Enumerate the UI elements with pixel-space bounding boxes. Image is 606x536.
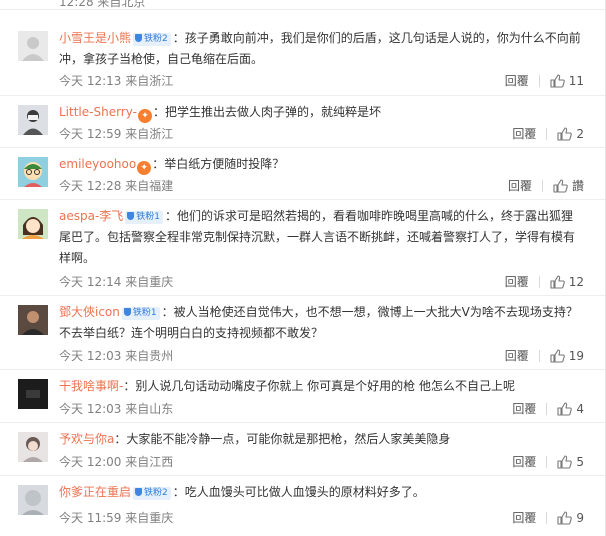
comment-item: 你爹正在重启 铁粉2 ：吃人血馒头可比做人血馒头的原材料好多了。 今天 11:59 …	[0, 476, 605, 536]
shield-icon	[127, 212, 135, 220]
divider	[538, 75, 540, 87]
like-button[interactable]: 5	[557, 454, 584, 470]
avatar[interactable]	[18, 31, 48, 61]
reply-button[interactable]: 回覆	[505, 73, 529, 89]
fire-icon: ✦	[137, 161, 152, 175]
username-link[interactable]: 小雪王是小熊	[59, 31, 131, 45]
fan-badge: 铁粉2	[133, 487, 171, 500]
thumbs-up-icon	[553, 179, 568, 193]
username-link[interactable]: Little-Sherry-	[59, 105, 137, 119]
avatar[interactable]	[18, 105, 48, 135]
like-button[interactable]: 19	[550, 348, 584, 364]
like-count: 12	[568, 275, 584, 289]
comment-item: aespa-李飞 铁粉1 ：他们的诉求可是昭然若揭的，看看咖啡昨晚喝里高喊的什么，终…	[0, 200, 605, 296]
comment-text: Little-Sherry- ✦ ：把学生推出去做人肉子弹的，就纯粹是坏	[59, 102, 584, 123]
thumbs-up-icon	[557, 511, 573, 525]
shield-icon	[135, 488, 143, 496]
divider	[546, 403, 548, 415]
shield-icon	[123, 308, 131, 316]
comment-text: 小雪王是小熊 铁粉2 ：孩子勇敢向前冲，我们是你们的后盾，这几句话是人说的，你为什么…	[59, 28, 584, 70]
comment-meta: 今天 12:13 来自浙江	[59, 74, 174, 88]
like-count: 4	[576, 402, 584, 416]
partial-comment: 12:28 来自北京	[0, 0, 605, 10]
divider	[538, 350, 540, 362]
comment-item: 干我啥事啊-：别人说几句话动动嘴皮子你就上 你可真是个好用的枪 他怎么不自己上呢…	[0, 370, 605, 423]
avatar[interactable]	[18, 432, 48, 462]
comment-item: Little-Sherry- ✦ ：把学生推出去做人肉子弹的，就纯粹是坏 今天 12…	[0, 96, 605, 148]
reply-button[interactable]: 回覆	[512, 401, 536, 417]
comment-meta: 今天 11:59 来自重庆	[59, 511, 174, 525]
avatar[interactable]	[18, 157, 48, 187]
comment-content: ：大家能不能冷静一点，可能你就是那把枪，然后人家美美隐身	[114, 432, 451, 446]
thumbs-up-icon	[550, 74, 565, 88]
fan-badge: 铁粉2	[133, 33, 171, 46]
like-button[interactable]: 4	[557, 401, 584, 417]
like-count: 5	[576, 455, 584, 469]
comment-item: 鄧大俠icon 铁粉1 ：被人当枪使还自觉伟大，也不想一想，微博上一大批大V为啥不去…	[0, 296, 605, 370]
like-count: 2	[576, 127, 584, 141]
comment-meta: 今天 12:28 来自福建	[59, 179, 174, 193]
comment-list: 12:28 来自北京 小雪王是小熊 铁粉2 ：孩子勇敢向前冲，我们是你们的后盾，这几…	[0, 0, 606, 536]
comment-content: ：别人说几句话动动嘴皮子你就上 你可真是个好用的枪 他怎么不自己上呢	[123, 379, 515, 393]
like-count: 9	[576, 511, 584, 525]
comment-content: ：吃人血馒头可比做人血馒头的原材料好多了。	[172, 485, 425, 499]
divider	[546, 128, 548, 140]
thumbs-up-icon	[550, 275, 565, 289]
comment-item: 予欢与你a：大家能不能冷静一点，可能你就是那把枪，然后人家美美隐身 今天 12:…	[0, 423, 605, 476]
username-link[interactable]: 你爹正在重启	[59, 485, 131, 499]
avatar[interactable]	[18, 305, 48, 335]
comment-meta: 今天 12:59 来自浙江	[59, 127, 174, 141]
thumbs-up-icon	[557, 127, 573, 141]
reply-button[interactable]: 回覆	[512, 126, 536, 142]
comment-content: ：把学生推出去做人肉子弹的，就纯粹是坏	[152, 105, 381, 119]
like-button[interactable]: 12	[550, 274, 584, 290]
comment-meta: 今天 12:14 来自重庆	[59, 275, 174, 289]
comment-text: 予欢与你a：大家能不能冷静一点，可能你就是那把枪，然后人家美美隐身	[59, 429, 584, 450]
comment-item: emileyoohoo ✦ ：举白纸方便随时投降？ 今天 12:28 来自福建 回覆…	[0, 148, 605, 200]
username-link[interactable]: 干我啥事啊-	[59, 379, 123, 393]
comment-text: 你爹正在重启 铁粉2 ：吃人血馒头可比做人血馒头的原材料好多了。	[59, 482, 584, 503]
avatar[interactable]	[18, 379, 48, 409]
comment-text: aespa-李飞 铁粉1 ：他们的诉求可是昭然若揭的，看看咖啡昨晚喝里高喊的什么，终…	[59, 206, 584, 269]
username-link[interactable]: aespa-李飞	[59, 209, 123, 223]
like-button[interactable]: 讚	[553, 178, 584, 194]
thumbs-up-icon	[557, 455, 573, 469]
comment-meta: 12:28 来自北京	[59, 0, 146, 9]
divider	[538, 276, 540, 288]
avatar[interactable]	[18, 485, 48, 515]
comment-content: ：举白纸方便随时投降？	[152, 157, 285, 171]
like-count: 讚	[571, 179, 584, 193]
fire-icon: ✦	[137, 109, 152, 123]
comment-item: 小雪王是小熊 铁粉2 ：孩子勇敢向前冲，我们是你们的后盾，这几句话是人说的，你为什么…	[0, 22, 605, 96]
like-count: 19	[568, 349, 584, 363]
comment-meta: 今天 12:00 来自江西	[59, 455, 174, 469]
fan-badge: 铁粉1	[121, 307, 160, 320]
like-button[interactable]: 9	[557, 510, 584, 526]
reply-button[interactable]: 回覆	[505, 274, 529, 290]
avatar[interactable]	[18, 209, 48, 239]
reply-button[interactable]: 回覆	[508, 178, 532, 194]
like-count: 11	[568, 74, 584, 88]
username-link[interactable]: 予欢与你a	[59, 432, 114, 446]
thumbs-up-icon	[557, 402, 573, 416]
username-link[interactable]: emileyoohoo	[59, 157, 136, 171]
comment-meta: 今天 12:03 来自贵州	[59, 349, 174, 363]
comment-text: emileyoohoo ✦ ：举白纸方便随时投降？	[59, 154, 584, 175]
comment-text: 干我啥事啊-：别人说几句话动动嘴皮子你就上 你可真是个好用的枪 他怎么不自己上呢	[59, 376, 584, 397]
divider	[541, 180, 543, 192]
divider	[546, 512, 548, 524]
thumbs-up-icon	[550, 349, 565, 363]
shield-icon	[135, 34, 143, 42]
reply-button[interactable]: 回覆	[505, 348, 529, 364]
username-link[interactable]: 鄧大俠icon	[59, 305, 120, 319]
like-button[interactable]: 11	[550, 73, 584, 89]
reply-button[interactable]: 回覆	[512, 510, 536, 526]
like-button[interactable]: 2	[557, 126, 584, 142]
reply-button[interactable]: 回覆	[512, 454, 536, 470]
fan-badge: 铁粉1	[125, 211, 164, 224]
comment-text: 鄧大俠icon 铁粉1 ：被人当枪使还自觉伟大，也不想一想，微博上一大批大V为啥不去…	[59, 302, 584, 344]
comment-meta: 今天 12:03 来自山东	[59, 402, 174, 416]
divider	[546, 456, 548, 468]
